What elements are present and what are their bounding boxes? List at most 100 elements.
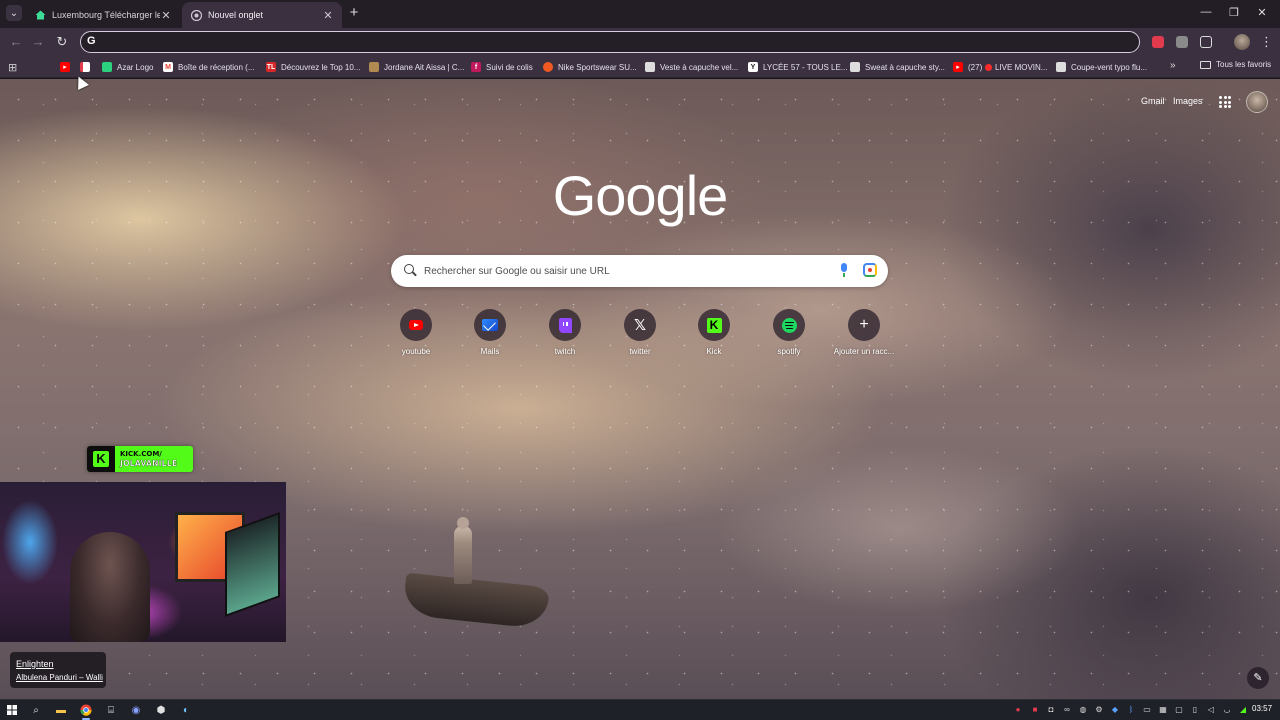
bookmark-coupe-vent[interactable]: Coupe-vent typo flu... — [1056, 60, 1147, 74]
bookmark-label: LIVE MOVIN... — [995, 62, 1048, 72]
extension-grey-icon[interactable] — [1176, 36, 1188, 48]
bookmark-label: Sweat à capuche sty... — [865, 62, 945, 72]
bookmark-label: Boîte de réception (... — [178, 62, 255, 72]
taskbar-clock[interactable]: 03:57 — [1252, 704, 1272, 713]
tray-blue-icon[interactable]: ◆ — [1110, 705, 1120, 715]
windows-start-icon[interactable] — [5, 703, 19, 717]
address-bar[interactable]: G — [80, 31, 1140, 53]
x-icon: 𝕏 — [633, 316, 647, 334]
taskbar-search-icon[interactable]: ⌕ — [29, 703, 43, 717]
tab-new-tab[interactable]: Nouvel onglet ✕ — [182, 2, 342, 28]
bookmark-jordane[interactable]: Jordane Ait Aissa | C... — [369, 60, 464, 74]
bookmark-top10[interactable]: TL Découvrez le Top 10... — [266, 60, 360, 74]
network-icon[interactable]: ◡ — [1222, 705, 1232, 715]
shortcut-kick[interactable]: K Kick — [677, 309, 751, 356]
bluetooth-icon[interactable]: ᛒ — [1126, 705, 1136, 715]
extensions-puzzle-icon[interactable] — [1200, 36, 1212, 48]
mic-muted-icon[interactable]: ● — [1013, 705, 1023, 715]
more-menu-icon[interactable]: ⋮ — [1260, 34, 1273, 50]
search-input[interactable] — [424, 263, 824, 279]
bookmark-youtube-27[interactable]: ▸ (27) — [953, 60, 982, 74]
microphone-icon[interactable] — [838, 263, 850, 279]
tray-red-icon[interactable]: ■ — [1030, 705, 1040, 715]
shortcut-mails[interactable]: Mails — [453, 309, 527, 356]
tray-usb-icon[interactable]: ▯ — [1190, 705, 1200, 715]
shortcut-label: spotify — [777, 347, 801, 356]
extension-red-icon[interactable] — [1152, 36, 1164, 48]
reload-icon[interactable]: ↻ — [54, 34, 70, 50]
bookmark-sweat[interactable]: Sweat à capuche sty... — [850, 60, 945, 74]
back-arrow-icon[interactable]: ← — [8, 34, 24, 50]
gmail-link[interactable]: Gmail — [1141, 96, 1165, 106]
bookmark-lycee[interactable]: Y LYCÉE 57 - TOUS LE... — [748, 60, 847, 74]
chrome-taskbar-icon[interactable] — [79, 703, 93, 720]
restore-icon[interactable]: ❐ — [1227, 6, 1241, 19]
terminal-icon[interactable]: ⌸ — [104, 703, 118, 717]
bookmark-label: Jordane Ait Aissa | C... — [384, 62, 465, 72]
minimize-icon[interactable]: — — [1199, 6, 1213, 18]
google-apps-icon[interactable] — [1219, 96, 1231, 108]
close-tab-icon[interactable]: ✕ — [160, 9, 172, 22]
bookmark-label: Découvrez le Top 10... — [281, 62, 361, 72]
plus-icon: + — [859, 316, 869, 333]
google-lens-icon[interactable] — [863, 263, 877, 277]
tray-display-icon[interactable]: ▢ — [1174, 705, 1184, 715]
shortcut-spotify[interactable]: spotify — [752, 309, 826, 356]
close-window-icon[interactable]: ✕ — [1255, 6, 1269, 19]
all-bookmarks-label: Tous les favoris — [1216, 60, 1272, 69]
shortcut-twitch[interactable]: twitch — [528, 309, 602, 356]
bookmark-label: LYCÉE 57 - TOUS LE... — [763, 62, 848, 72]
tray-steam-icon[interactable]: ◍ — [1078, 705, 1088, 715]
bookmark-azar[interactable]: Azar Logo — [102, 60, 153, 74]
volume-icon[interactable]: ◁ — [1206, 705, 1216, 715]
new-tab-page: Gmail Images Google youtube Mails twitch… — [0, 79, 1280, 699]
edge-icon[interactable]: ◐ — [179, 703, 193, 717]
tray-controller-icon[interactable]: ◘ — [1046, 705, 1056, 715]
apps-grid-icon[interactable]: ⊞ — [8, 61, 17, 74]
profile-avatar[interactable] — [1234, 34, 1250, 50]
kick-url-line1: KICK.COM/ — [120, 450, 162, 458]
bookmark-label: Suivi de colis — [486, 62, 533, 72]
shortcut-label: twitter — [629, 347, 651, 356]
bookmark-suivi-colis[interactable]: f Suivi de colis — [471, 60, 533, 74]
images-link[interactable]: Images — [1173, 96, 1203, 106]
more-bookmarks-chevron-icon[interactable]: » — [1170, 60, 1176, 71]
forward-arrow-icon[interactable]: → — [30, 34, 46, 50]
tray-green-icon[interactable]: ◢ — [1238, 705, 1248, 715]
bookmark-live-moving[interactable]: LIVE MOVIN... — [985, 60, 1047, 74]
shortcut-twitter[interactable]: 𝕏 twitter — [603, 309, 677, 356]
all-bookmarks-button[interactable]: Tous les favoris — [1200, 60, 1271, 69]
tray-app-icon[interactable]: ∞ — [1062, 705, 1072, 715]
twitch-icon — [558, 317, 572, 333]
tray-gear-icon[interactable]: ⚙ — [1094, 705, 1104, 715]
tab-search-button[interactable]: ⌄ — [6, 5, 22, 21]
now-playing-overlay: Enlighten Albulena Panduri – Walli — [10, 652, 106, 688]
customize-pencil-icon[interactable]: ✎ — [1247, 667, 1269, 689]
close-tab-icon[interactable]: ✕ — [322, 9, 334, 22]
bookmark-nike[interactable]: Nike Sportswear SU... — [543, 60, 637, 74]
search-box[interactable] — [391, 255, 888, 287]
y-icon: Y — [748, 62, 758, 72]
google-g-icon: G — [87, 35, 96, 47]
new-tab-plus-icon[interactable]: + — [346, 5, 362, 21]
bookmark-gmail[interactable]: M Boîte de réception (... — [163, 60, 255, 74]
address-input[interactable] — [101, 34, 1121, 50]
gmail-icon: M — [163, 62, 173, 72]
tray-grid-icon[interactable]: ▦ — [1158, 705, 1168, 715]
shortcut-youtube[interactable]: youtube — [379, 309, 453, 356]
discord-icon[interactable]: ◉ — [129, 703, 143, 717]
shortcut-label: twitch — [554, 347, 576, 356]
tray-monitor-icon[interactable]: ▭ — [1142, 705, 1152, 715]
bookmark-flag[interactable] — [80, 60, 95, 74]
file-explorer-icon[interactable]: ▬ — [54, 703, 68, 717]
song-artist: Albulena Panduri – Walli — [16, 673, 103, 682]
tab-luxembourg[interactable]: Luxembourg Télécharger le calc ✕ — [26, 2, 180, 28]
bookmark-veste[interactable]: Veste à capuche vel... — [645, 60, 738, 74]
shortcut-add[interactable]: + Ajouter un racc... — [827, 309, 901, 356]
jacket-icon — [645, 62, 655, 72]
bookmark-youtube[interactable]: ▸ — [60, 60, 75, 74]
account-avatar[interactable] — [1246, 91, 1268, 113]
webcam-overlay — [0, 482, 286, 642]
app-hex-icon[interactable]: ⬢ — [154, 703, 168, 717]
azar-icon — [102, 62, 112, 72]
